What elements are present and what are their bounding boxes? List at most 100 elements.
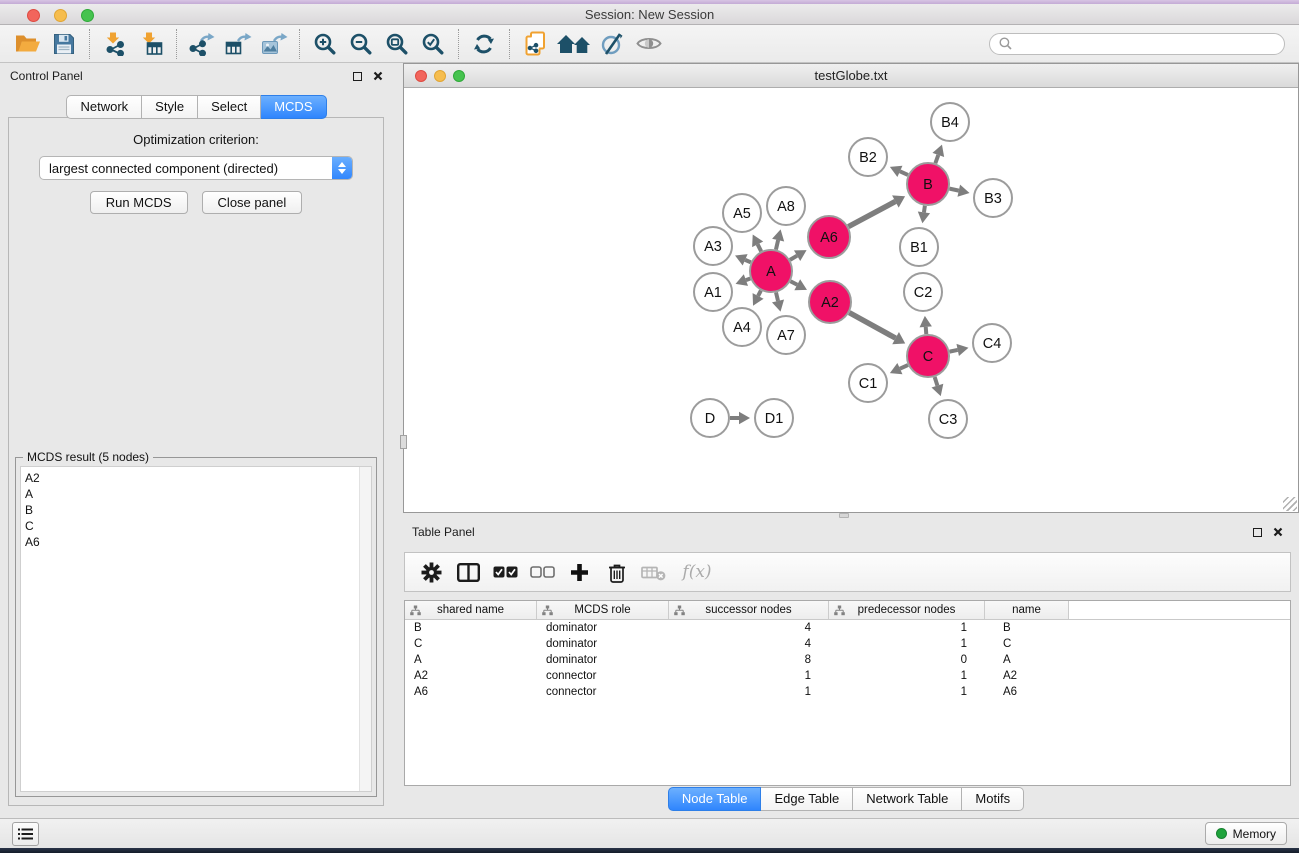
table-cell[interactable]: A2	[405, 670, 537, 682]
graph-edge-C-C2[interactable]	[920, 316, 932, 334]
tab-style[interactable]: Style	[142, 95, 198, 119]
graph-edge-A-A1[interactable]	[736, 274, 751, 286]
zoom-selected-button[interactable]	[415, 28, 451, 60]
table-tab-edge-table[interactable]: Edge Table	[761, 787, 853, 811]
graph-node-B4[interactable]: B4	[931, 103, 969, 141]
import-network-button[interactable]	[97, 28, 133, 60]
table-cell[interactable]: 1	[829, 670, 985, 682]
close-window-button[interactable]	[27, 9, 40, 22]
graph-node-A2[interactable]: A2	[809, 281, 851, 323]
mcds-result-item[interactable]: B	[25, 502, 355, 518]
table-settings-button[interactable]	[413, 556, 450, 588]
graph-edge-B-B4[interactable]	[932, 145, 944, 164]
create-column-button[interactable]	[561, 556, 598, 588]
table-row[interactable]: Bdominator41B	[405, 620, 1290, 636]
delete-table-button[interactable]	[635, 556, 672, 588]
graph-edge-A6-B[interactable]	[848, 195, 905, 226]
column-header-name[interactable]: name	[985, 601, 1069, 619]
graph-node-B3[interactable]: B3	[974, 179, 1012, 217]
network-minimize-button[interactable]	[434, 70, 446, 82]
zoom-in-button[interactable]	[307, 28, 343, 60]
close-panel-button[interactable]: Close panel	[202, 191, 303, 214]
graph-edge-A2-C[interactable]	[849, 313, 905, 345]
graph-edge-A-A7[interactable]	[772, 292, 784, 311]
graph-edge-D-D1[interactable]	[730, 412, 750, 424]
export-table-button[interactable]	[220, 28, 256, 60]
function-builder-button[interactable]: f(x)	[672, 556, 722, 588]
table-cell[interactable]: dominator	[537, 654, 669, 666]
birds-eye-button[interactable]	[631, 28, 667, 60]
graph-node-B[interactable]: B	[907, 163, 949, 205]
delete-column-button[interactable]	[598, 556, 635, 588]
graph-node-A8[interactable]: A8	[767, 187, 805, 225]
resize-grip-icon[interactable]	[1283, 497, 1297, 511]
graph-edge-A-A4[interactable]	[753, 291, 764, 306]
mcds-result-item[interactable]: A6	[25, 534, 355, 550]
table-cell[interactable]: connector	[537, 686, 669, 698]
graph-node-A4[interactable]: A4	[723, 308, 761, 346]
import-table-button[interactable]	[133, 28, 169, 60]
float-panel-icon[interactable]	[353, 72, 362, 81]
graph-node-C1[interactable]: C1	[849, 364, 887, 402]
graph-node-C3[interactable]: C3	[929, 400, 967, 438]
zoom-window-button[interactable]	[81, 9, 94, 22]
table-tab-node-table[interactable]: Node Table	[668, 787, 762, 811]
graph-edge-C-C3[interactable]	[932, 377, 944, 396]
memory-button[interactable]: Memory	[1205, 822, 1287, 845]
zoom-fit-button[interactable]	[379, 28, 415, 60]
table-cell[interactable]: connector	[537, 670, 669, 682]
graph-node-C[interactable]: C	[907, 335, 949, 377]
result-scrollbar[interactable]	[359, 467, 371, 791]
table-cell[interactable]: 1	[829, 686, 985, 698]
graph-node-C2[interactable]: C2	[904, 273, 942, 311]
zoom-out-button[interactable]	[343, 28, 379, 60]
table-cell[interactable]: A6	[405, 686, 537, 698]
search-field[interactable]	[989, 33, 1285, 55]
mcds-result-item[interactable]: A	[25, 486, 355, 502]
table-cell[interactable]: dominator	[537, 622, 669, 634]
export-image-button[interactable]	[256, 28, 292, 60]
table-row[interactable]: Adominator80A	[405, 652, 1290, 668]
table-tab-network-table[interactable]: Network Table	[853, 787, 962, 811]
splitter-grip-icon[interactable]	[400, 435, 407, 449]
mcds-result-item[interactable]: C	[25, 518, 355, 534]
graph-edge-A-A8[interactable]	[772, 229, 784, 249]
graph-node-C4[interactable]: C4	[973, 324, 1011, 362]
close-table-panel-icon[interactable]	[1273, 527, 1283, 537]
table-cell[interactable]: dominator	[537, 638, 669, 650]
search-input[interactable]	[1018, 37, 1275, 51]
table-cell[interactable]: 0	[829, 654, 985, 666]
mcds-result-list[interactable]: A2ABCA6	[20, 466, 372, 792]
graph-edge-B-B3[interactable]	[950, 185, 970, 197]
table-cell[interactable]: 1	[669, 686, 829, 698]
column-header-successor-nodes[interactable]: successor nodes	[669, 601, 829, 619]
table-cell[interactable]: 1	[669, 670, 829, 682]
graph-node-A7[interactable]: A7	[767, 316, 805, 354]
graph-node-A3[interactable]: A3	[694, 227, 732, 265]
table-cell[interactable]: 1	[829, 638, 985, 650]
graph-node-D[interactable]: D	[691, 399, 729, 437]
table-cell[interactable]: 4	[669, 622, 829, 634]
column-header-shared-name[interactable]: shared name	[405, 601, 537, 619]
network-close-button[interactable]	[415, 70, 427, 82]
table-cell[interactable]: C	[985, 638, 1069, 650]
graph-edge-C-C1[interactable]	[890, 363, 908, 374]
table-cell[interactable]: 1	[829, 622, 985, 634]
graph-edge-B-B1[interactable]	[918, 206, 930, 223]
table-cell[interactable]: B	[985, 622, 1069, 634]
network-canvas[interactable]: B4B2BB3A8A5A6A3B1AA1C2A2A4A7C4CC1C3DD1	[404, 88, 1298, 512]
graph-node-A1[interactable]: A1	[694, 273, 732, 311]
float-table-panel-icon[interactable]	[1253, 528, 1262, 537]
save-session-button[interactable]	[46, 28, 82, 60]
graph-edge-A-A6[interactable]	[790, 250, 807, 261]
graph-edge-A-A2[interactable]	[790, 279, 807, 290]
show-panel-menu-button[interactable]	[12, 822, 39, 846]
close-panel-icon[interactable]	[373, 71, 383, 81]
graph-edge-C-C4[interactable]	[950, 344, 969, 356]
table-cell[interactable]: A	[405, 654, 537, 666]
graph-node-A[interactable]: A	[750, 250, 792, 292]
graph-node-A5[interactable]: A5	[723, 194, 761, 232]
open-session-button[interactable]	[10, 28, 46, 60]
table-row[interactable]: A2connector11A2	[405, 668, 1290, 684]
graph-node-D1[interactable]: D1	[755, 399, 793, 437]
